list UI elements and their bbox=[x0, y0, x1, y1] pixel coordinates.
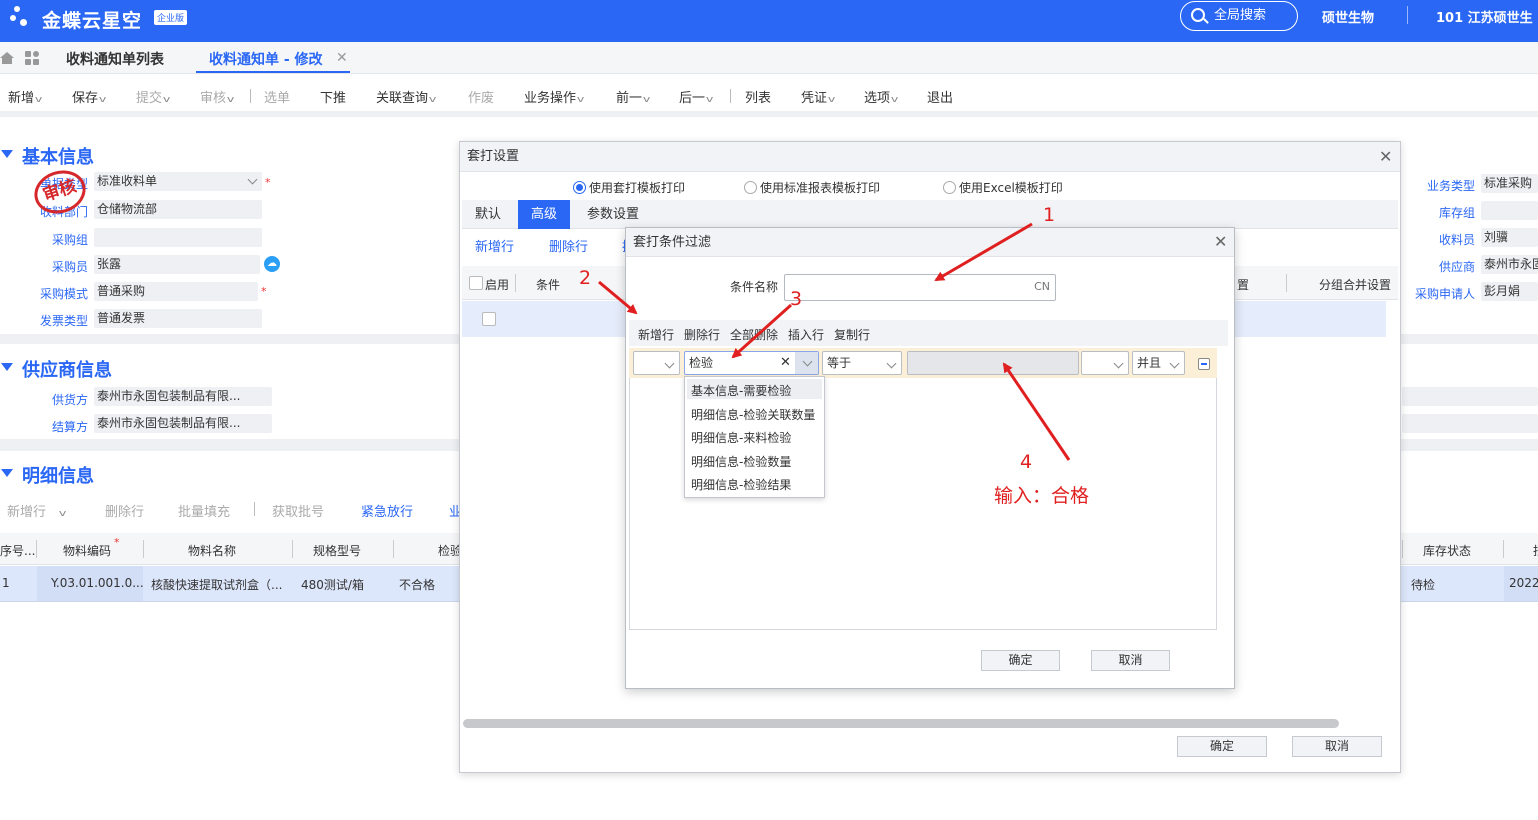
annotation-3: 3 bbox=[790, 288, 803, 310]
annotation-note: 输入：合格 bbox=[994, 485, 1090, 507]
arrow-1 bbox=[934, 222, 1033, 282]
annotation-1: 1 bbox=[1043, 204, 1056, 226]
annotation-2: 2 bbox=[579, 267, 592, 289]
arrow-4 bbox=[1002, 362, 1071, 461]
arrow-3 bbox=[731, 303, 793, 359]
annotation-4: 4 bbox=[1020, 451, 1033, 473]
arrow-2 bbox=[598, 280, 638, 315]
annotation-arrows bbox=[598, 222, 1071, 461]
